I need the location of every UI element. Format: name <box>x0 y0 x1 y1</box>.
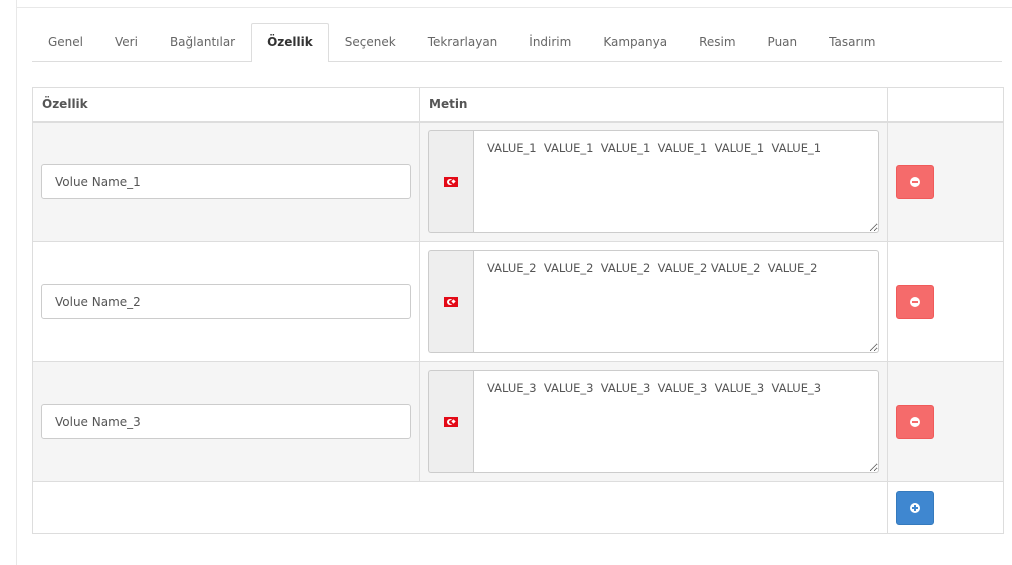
action-cell <box>887 241 1004 362</box>
tab-genel[interactable]: Genel <box>32 23 99 61</box>
add-attribute-button[interactable] <box>896 490 934 525</box>
table-row: VALUE_3 VALUE_3 VALUE_3 VALUE_3 VALUE_3 … <box>32 361 1004 482</box>
tab-ozellik[interactable]: Özellik <box>251 23 329 62</box>
table-footer-row <box>32 481 1004 534</box>
tab-indirim[interactable]: İndirim <box>513 23 587 61</box>
footer-action-cell <box>887 481 1004 534</box>
turkey-flag-icon <box>444 416 458 427</box>
product-tabs: Genel Veri Bağlantılar Özellik Seçenek T… <box>32 23 1002 62</box>
plus-circle-icon <box>910 502 920 513</box>
attribute-name-input[interactable] <box>41 164 411 200</box>
attribute-name-input[interactable] <box>41 284 411 319</box>
text-cell: VALUE_2 VALUE_2 VALUE_2 VALUE_2 VALUE_2 … <box>419 241 888 362</box>
tab-resim[interactable]: Resim <box>683 23 751 61</box>
attribute-name-input[interactable] <box>41 404 411 439</box>
language-addon <box>428 370 473 473</box>
remove-attribute-button[interactable] <box>896 284 934 319</box>
attribute-cell <box>32 241 420 362</box>
attribute-cell <box>32 361 420 482</box>
text-cell: VALUE_3 VALUE_3 VALUE_3 VALUE_3 VALUE_3 … <box>419 361 888 482</box>
text-input-group: VALUE_3 VALUE_3 VALUE_3 VALUE_3 VALUE_3 … <box>428 370 879 473</box>
footer-spacer-cell <box>32 481 888 534</box>
tab-tasarim[interactable]: Tasarım <box>813 23 891 61</box>
table-row: VALUE_1 VALUE_1 VALUE_1 VALUE_1 VALUE_1 … <box>32 121 1004 242</box>
tab-veri[interactable]: Veri <box>99 23 154 61</box>
turkey-flag-icon <box>444 296 458 307</box>
language-addon <box>428 250 473 353</box>
text-cell: VALUE_1 VALUE_1 VALUE_1 VALUE_1 VALUE_1 … <box>419 121 888 242</box>
remove-attribute-button[interactable] <box>896 404 934 439</box>
attribute-text-textarea[interactable]: VALUE_3 VALUE_3 VALUE_3 VALUE_3 VALUE_3 … <box>473 370 879 473</box>
minus-circle-icon <box>910 296 920 307</box>
attribute-table: Özellik Metin VALUE_1 VALUE_1 VALUE_1 VA… <box>32 87 1004 534</box>
attribute-column-header: Özellik <box>32 87 420 123</box>
turkey-flag-icon <box>444 176 458 187</box>
action-column-header <box>887 87 1004 123</box>
tab-tekrarlayan[interactable]: Tekrarlayan <box>412 23 514 61</box>
page-left-border <box>16 0 17 565</box>
remove-attribute-button[interactable] <box>896 164 934 199</box>
text-input-group: VALUE_2 VALUE_2 VALUE_2 VALUE_2 VALUE_2 … <box>428 250 879 353</box>
text-input-group: VALUE_1 VALUE_1 VALUE_1 VALUE_1 VALUE_1 … <box>428 130 879 234</box>
page-top-border <box>16 7 1012 8</box>
tab-puan[interactable]: Puan <box>752 23 814 61</box>
action-cell <box>887 361 1004 482</box>
tab-kampanya[interactable]: Kampanya <box>587 23 683 61</box>
attribute-text-textarea[interactable]: VALUE_2 VALUE_2 VALUE_2 VALUE_2 VALUE_2 … <box>473 250 879 353</box>
table-header-row: Özellik Metin <box>32 87 1004 123</box>
minus-circle-icon <box>910 176 920 187</box>
tab-secenek[interactable]: Seçenek <box>329 23 412 61</box>
attribute-text-textarea[interactable]: VALUE_1 VALUE_1 VALUE_1 VALUE_1 VALUE_1 … <box>473 130 879 234</box>
tab-baglantilar[interactable]: Bağlantılar <box>154 23 251 61</box>
text-column-header: Metin <box>419 87 888 123</box>
table-row: VALUE_2 VALUE_2 VALUE_2 VALUE_2 VALUE_2 … <box>32 241 1004 362</box>
language-addon <box>428 130 473 234</box>
attribute-cell <box>32 121 420 242</box>
action-cell <box>887 121 1004 242</box>
minus-circle-icon <box>910 416 920 427</box>
